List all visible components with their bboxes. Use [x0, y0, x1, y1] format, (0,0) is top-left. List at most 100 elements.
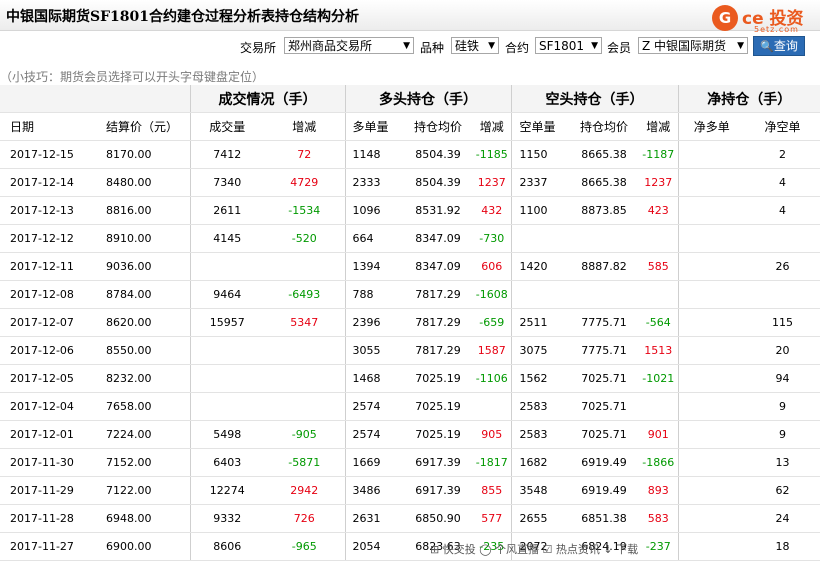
- cell-settle-price: 8480.00: [94, 168, 191, 197]
- cell-net-short: 9: [745, 392, 820, 421]
- cell-long-qty: 2333: [345, 168, 403, 197]
- cell-volume-change: -6493: [264, 280, 346, 309]
- cell-date: 2017-12-07: [0, 308, 94, 337]
- cell-net-short: [745, 224, 820, 253]
- cell-short-qty: 1420: [511, 252, 569, 281]
- table-row: 2017-12-11 9036.00 1394 8347.09 606 1420 8887.…: [0, 252, 820, 281]
- cell-long-change: 905: [473, 420, 512, 449]
- chevron-down-icon: ▼: [737, 41, 744, 51]
- cell-date: 2017-12-01: [0, 420, 94, 449]
- cell-date: 2017-11-29: [0, 476, 94, 505]
- product-select-value: 硅铁: [455, 39, 480, 53]
- product-select[interactable]: 硅铁 ▼: [451, 37, 499, 54]
- cell-net-short: 4: [745, 196, 820, 225]
- member-select[interactable]: Z 中银国际期货 ▼: [638, 37, 748, 54]
- cell-volume-change: [264, 336, 346, 365]
- cell-net-long: [678, 448, 745, 477]
- cell-date: 2017-11-27: [0, 532, 94, 561]
- cell-net-long: [678, 336, 745, 365]
- cell-short-change: [639, 392, 679, 421]
- group-header-net: 净持仓（手）: [678, 85, 820, 113]
- column-header-volume-change: 增减: [264, 112, 346, 141]
- cell-long-change: 432: [473, 196, 512, 225]
- cell-long-qty: 2631: [345, 504, 403, 533]
- column-header-long-change: 增减: [473, 112, 512, 141]
- cell-short-change: [639, 280, 679, 309]
- column-header-date: 日期: [0, 112, 94, 141]
- cell-volume: 8606: [190, 532, 264, 561]
- member-label: 会员: [607, 41, 632, 55]
- table-row: 2017-11-29 7122.00 12274 2942 3486 6917.39 855…: [0, 476, 820, 505]
- cell-date: 2017-12-15: [0, 140, 94, 169]
- cell-settle-price: 9036.00: [94, 252, 191, 281]
- cell-long-qty: 664: [345, 224, 403, 253]
- cell-net-short: [745, 280, 820, 309]
- cell-settle-price: 7224.00: [94, 420, 191, 449]
- cell-volume-change: [264, 392, 346, 421]
- table-row: 2017-12-15 8170.00 7412 72 1148 8504.39 -1185 1…: [0, 140, 820, 169]
- column-header-volume: 成交量: [190, 112, 264, 141]
- group-header-short: 空头持仓（手）: [511, 85, 679, 113]
- cell-long-qty: 3055: [345, 336, 403, 365]
- cell-date: 2017-12-06: [0, 336, 94, 365]
- cell-long-qty: 2574: [345, 392, 403, 421]
- exchange-select[interactable]: 郑州商品交易所 ▼: [284, 37, 414, 54]
- contract-select[interactable]: SF1801 ▼: [535, 37, 602, 54]
- table-row: 2017-12-05 8232.00 1468 7025.19 -1106 1562 702…: [0, 364, 820, 393]
- page-title: 中银国际期货SF1801合约建仓过程分析表持仓结构分析: [6, 9, 360, 25]
- cell-date: 2017-11-30: [0, 448, 94, 477]
- cell-long-qty: 788: [345, 280, 403, 309]
- cell-date: 2017-12-11: [0, 252, 94, 281]
- cell-date: 2017-12-12: [0, 224, 94, 253]
- cell-short-change: -564: [639, 308, 679, 337]
- cell-volume: [190, 336, 264, 365]
- cell-volume-change: -520: [264, 224, 346, 253]
- table-row: 2017-11-30 7152.00 6403 -5871 1669 6917.39 -18…: [0, 448, 820, 477]
- cell-volume: [190, 252, 264, 281]
- cell-short-avg-price: 6919.49: [569, 476, 639, 505]
- cell-short-change: 585: [639, 252, 679, 281]
- table-row: 2017-12-14 8480.00 7340 4729 2333 8504.39 1237…: [0, 168, 820, 197]
- table-row: 2017-12-12 8910.00 4145 -520 664 8347.09 -730: [0, 224, 820, 253]
- cell-volume-change: -1534: [264, 196, 346, 225]
- cell-date: 2017-12-13: [0, 196, 94, 225]
- cell-long-change: 1587: [473, 336, 512, 365]
- cell-long-change: -730: [473, 224, 512, 253]
- cell-volume: 15957: [190, 308, 264, 337]
- cell-long-change: 577: [473, 504, 512, 533]
- cell-short-avg-price: 8887.82: [569, 252, 639, 281]
- cell-volume-change: 4729: [264, 168, 346, 197]
- cell-long-avg-price: 6917.39: [403, 448, 473, 477]
- product-label: 品种: [420, 41, 445, 55]
- table-row: 2017-12-01 7224.00 5498 -905 2574 7025.19 905 2…: [0, 420, 820, 449]
- cell-long-avg-price: 7025.19: [403, 392, 473, 421]
- cell-settle-price: 8784.00: [94, 280, 191, 309]
- cell-short-change: -1187: [639, 140, 679, 169]
- cell-volume-change: -905: [264, 420, 346, 449]
- cell-short-qty: [511, 224, 569, 253]
- cell-long-change: -659: [473, 308, 512, 337]
- cell-short-qty: 1150: [511, 140, 569, 169]
- bottom-toolbar[interactable]: ⊞ 快交投 ◯ 个风直播 ☑ 热点资讯 ↓ 下载: [430, 541, 638, 557]
- table-row: 2017-11-27 6900.00 8606 -965 2054 6823.63 -235…: [0, 532, 820, 561]
- cell-short-qty: [511, 280, 569, 309]
- cell-long-qty: 1148: [345, 140, 403, 169]
- cell-long-avg-price: 7817.29: [403, 336, 473, 365]
- cell-net-long: [678, 140, 745, 169]
- exchange-label: 交易所: [240, 41, 277, 55]
- column-header-short-change: 增减: [639, 112, 679, 141]
- cell-volume-change: 2942: [264, 476, 346, 505]
- cell-volume: 6403: [190, 448, 264, 477]
- cell-net-short: 115: [745, 308, 820, 337]
- contract-label: 合约: [505, 41, 530, 55]
- cell-long-qty: 1096: [345, 196, 403, 225]
- cell-volume: 7412: [190, 140, 264, 169]
- query-button[interactable]: 🔍查询: [753, 36, 805, 56]
- cell-settle-price: 6900.00: [94, 532, 191, 561]
- cell-long-avg-price: 6850.90: [403, 504, 473, 533]
- cell-long-avg-price: 7817.29: [403, 308, 473, 337]
- site-logo[interactable]: G ce 投资 5etz.com: [712, 3, 820, 35]
- cell-long-avg-price: 6917.39: [403, 476, 473, 505]
- cell-short-qty: 2337: [511, 168, 569, 197]
- tip-text: （小技巧：期货会员选择可以开头字母键盘定位）: [0, 70, 265, 84]
